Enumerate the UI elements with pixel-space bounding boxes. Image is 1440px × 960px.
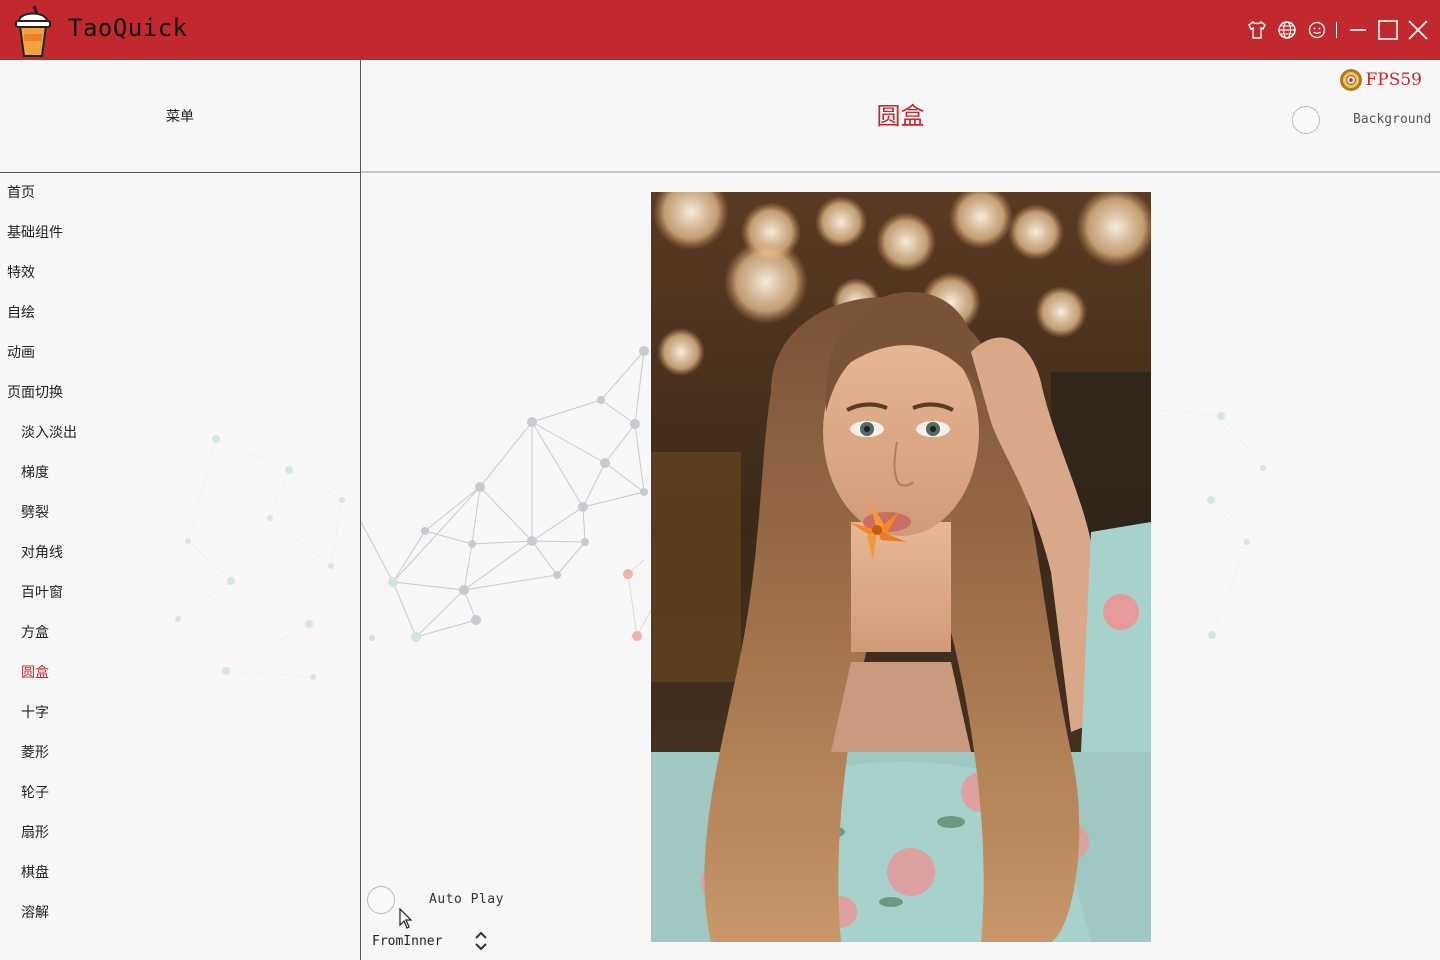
sidebar-item[interactable]: 梯度 (0, 453, 360, 493)
sidebar-item[interactable]: 淡入淡出 (0, 413, 360, 453)
transition-photo (651, 192, 1151, 942)
app-title: TaoQuick (68, 14, 188, 42)
mouse-cursor-icon (399, 908, 413, 929)
minimize-icon[interactable] (1343, 15, 1373, 45)
fps-meter-icon (1340, 69, 1363, 91)
smiley-icon[interactable] (1302, 15, 1332, 45)
sidebar-item[interactable]: 轮子 (0, 773, 360, 813)
sidebar-item[interactable]: 棋盘 (0, 853, 360, 893)
sidebar-item[interactable]: 圆盒 (0, 653, 360, 693)
menu-list: 首页 基础组件 特效 自绘 动画 页面切换 淡入淡出 梯度 劈裂 对角线 百叶窗 方盒 圆盒 十字 菱形 轮子… (0, 173, 360, 933)
maximize-icon[interactable] (1373, 15, 1403, 45)
autoplay-label: Auto Play (429, 892, 504, 907)
sidebar-item[interactable]: 特效 (0, 253, 360, 293)
up-down-chevron-icon[interactable] (474, 930, 488, 952)
sidebar-item[interactable]: 方盒 (0, 613, 360, 653)
background-toggle[interactable] (1292, 106, 1320, 134)
autoplay-toggle[interactable] (367, 886, 395, 914)
sidebar-item[interactable]: 自绘 (0, 293, 360, 333)
sidebar-item[interactable]: 溶解 (0, 893, 360, 933)
sidebar-item[interactable]: 基础组件 (0, 213, 360, 253)
transition-mode-select[interactable]: FromInner (372, 928, 492, 954)
title-bar-separator (1336, 22, 1337, 38)
portrait-image (651, 192, 1151, 942)
sidebar-item[interactable]: 百叶窗 (0, 573, 360, 613)
sidebar-item[interactable]: 十字 (0, 693, 360, 733)
sidebar: 菜单 首页 基础组件 特效 自绘 动画 页面切换 淡入淡出 梯度 劈裂 对角线 百叶窗 方盒 圆盒 十字菱… (0, 60, 361, 960)
milk-tea-cup-icon (15, 5, 51, 57)
sidebar-item[interactable]: 菱形 (0, 733, 360, 773)
sidebar-item[interactable]: 扇形 (0, 813, 360, 853)
background-label: Background (1353, 112, 1432, 127)
menu-header: 菜单 (0, 60, 360, 173)
globe-icon[interactable] (1272, 15, 1302, 45)
sidebar-item[interactable]: 首页 (0, 173, 360, 213)
tshirt-icon[interactable] (1242, 15, 1272, 45)
sidebar-item[interactable]: 动画 (0, 333, 360, 373)
sidebar-item[interactable]: 劈裂 (0, 493, 360, 533)
transition-mode-value: FromInner (372, 933, 443, 949)
sidebar-item[interactable]: 对角线 (0, 533, 360, 573)
page-title: 圆盒 (876, 102, 925, 130)
title-bar: TaoQuick (0, 0, 1440, 60)
fps-indicator: FPS59 (1339, 68, 1422, 92)
main-header: 圆盒 FPS59 Background (361, 60, 1440, 173)
fps-label: FPS59 (1365, 70, 1422, 90)
sidebar-item[interactable]: 页面切换 (0, 373, 360, 413)
close-icon[interactable] (1403, 15, 1433, 45)
